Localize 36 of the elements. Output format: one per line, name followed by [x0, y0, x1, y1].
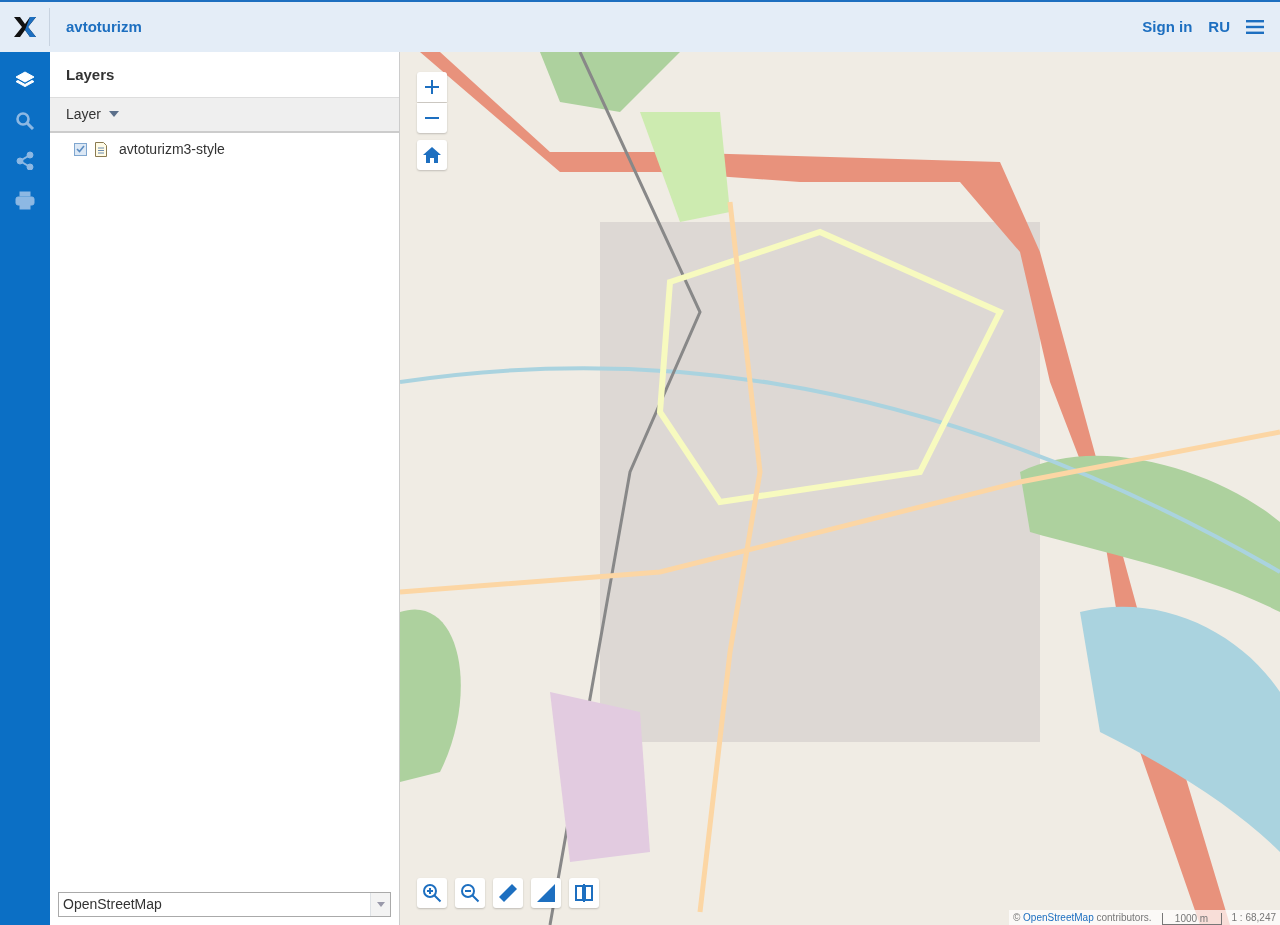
printer-icon — [15, 190, 35, 210]
layer-checkbox[interactable] — [74, 142, 87, 156]
layer-name: avtoturizm3-style — [119, 139, 225, 159]
share-icon — [15, 150, 35, 170]
caret-icon — [376, 902, 385, 907]
ruler-button[interactable] — [493, 878, 523, 908]
layer-column-header[interactable]: Layer — [50, 97, 399, 133]
split-view-button[interactable] — [569, 878, 599, 908]
layers-icon — [15, 70, 35, 90]
document-icon — [95, 141, 107, 157]
zoom-in-icon — [422, 883, 442, 903]
scale-ratio: 1 : 68,247 — [1231, 911, 1276, 925]
caret-icon — [109, 111, 120, 117]
zoom-out-button[interactable] — [417, 103, 447, 133]
set-square-button[interactable] — [531, 878, 561, 908]
home-button[interactable] — [417, 140, 447, 170]
menu-button[interactable] — [1246, 20, 1264, 34]
scale-bar: 1000 m — [1161, 913, 1222, 925]
attribution-text: © OpenStreetMap contributors. — [1012, 911, 1152, 925]
ruler-icon — [498, 883, 518, 903]
zoom-in-button[interactable] — [417, 72, 447, 102]
zoom-out-button[interactable] — [455, 878, 485, 908]
zoom-in-button[interactable] — [417, 878, 447, 908]
zoom-out-icon — [460, 883, 480, 903]
panel-title: Layers — [50, 52, 399, 98]
logo-icon — [13, 17, 36, 37]
plus-icon — [424, 79, 440, 95]
language-link[interactable]: RU — [1208, 15, 1230, 39]
search-icon — [15, 110, 35, 130]
home-icon — [423, 147, 441, 163]
attribution-link[interactable]: OpenStreetMap — [1023, 912, 1094, 923]
sign-in-link[interactable]: Sign in — [1142, 15, 1193, 39]
minus-icon — [425, 117, 439, 119]
app-title: avtoturizm — [66, 16, 142, 37]
split-view-icon — [574, 883, 594, 903]
basemap-select[interactable]: OpenStreetMap — [58, 892, 391, 917]
